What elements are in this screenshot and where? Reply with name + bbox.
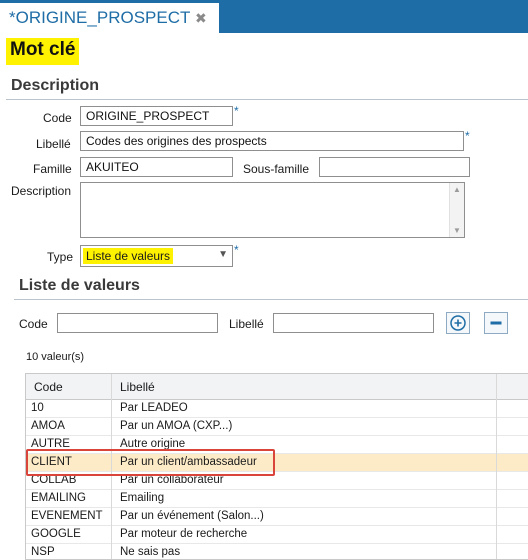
cell-libelle: Par LEADEO <box>120 402 188 414</box>
table-row[interactable]: 10 Par LEADEO <box>26 400 528 418</box>
tab-bar: *ORIGINE_PROSPECT ✖ <box>0 0 528 33</box>
table-row[interactable]: EVENEMENT Par un événement (Salon...) <box>26 508 528 526</box>
table-row[interactable]: AUTRE Autre origine <box>26 436 528 454</box>
values-section-title: Liste de valeurs <box>19 277 140 294</box>
description-section-title: Description <box>11 77 100 94</box>
required-mark: * <box>465 129 470 143</box>
famille-label: Famille <box>33 162 72 176</box>
table-row[interactable]: AMOA Par un AMOA (CXP...) <box>26 418 528 436</box>
grid-header: Code Libellé <box>26 374 528 400</box>
code-field[interactable]: ORIGINE_PROSPECT <box>80 106 233 126</box>
filter-code-label: Code <box>19 317 48 331</box>
scroll-down-icon[interactable]: ▼ <box>453 226 461 235</box>
cell-code: AMOA <box>31 420 65 432</box>
column-header-libelle[interactable]: Libellé <box>120 380 155 394</box>
cell-code: 10 <box>31 402 44 414</box>
values-count: 10 valeur(s) <box>26 351 85 363</box>
cell-libelle: Par un collaborateur <box>120 474 224 486</box>
tab-title: *ORIGINE_PROSPECT <box>9 8 191 27</box>
cell-libelle: Emailing <box>120 492 165 504</box>
code-label: Code <box>43 111 72 125</box>
cell-code: AUTRE <box>31 438 70 450</box>
tab-origine-prospect[interactable]: *ORIGINE_PROSPECT ✖ <box>0 0 219 33</box>
filter-libelle-label: Libellé <box>229 317 264 331</box>
required-mark: * <box>234 243 239 257</box>
column-divider <box>496 374 497 559</box>
cell-code: COLLAB <box>31 474 77 486</box>
add-circle-icon <box>450 315 466 331</box>
add-value-button[interactable] <box>446 312 470 334</box>
type-label: Type <box>47 250 74 264</box>
cell-code: EVENEMENT <box>31 510 103 522</box>
cell-code: NSP <box>31 546 55 558</box>
table-row[interactable]: COLLAB Par un collaborateur <box>26 472 528 490</box>
libelle-label: Libellé <box>36 137 71 151</box>
cell-libelle: Ne sais pas <box>120 546 181 558</box>
section-divider <box>6 99 528 100</box>
table-row[interactable]: NSP Ne sais pas <box>26 544 528 559</box>
chevron-down-icon[interactable]: ▼ <box>218 249 228 260</box>
cell-libelle: Par moteur de recherche <box>120 528 248 540</box>
filter-code-field[interactable] <box>57 313 218 333</box>
close-icon[interactable]: ✖ <box>195 10 207 27</box>
libelle-field[interactable]: Codes des origines des prospects <box>80 131 464 151</box>
cell-code: EMAILING <box>31 492 86 504</box>
column-header-code[interactable]: Code <box>34 380 63 394</box>
section-divider <box>14 299 528 300</box>
scroll-up-icon[interactable]: ▲ <box>453 185 461 194</box>
cell-libelle: Autre origine <box>120 438 186 450</box>
famille-field[interactable]: AKUITEO <box>80 157 233 177</box>
cell-libelle: Par un client/ambassadeur <box>120 456 257 468</box>
cell-libelle: Par un événement (Salon...) <box>120 510 264 522</box>
table-row[interactable]: EMAILING Emailing <box>26 490 528 508</box>
required-mark: * <box>234 104 239 118</box>
description-label: Description <box>11 184 72 198</box>
table-row[interactable]: CLIENT Par un client/ambassadeur <box>26 454 528 472</box>
textarea-scrollbar[interactable]: ▲ ▼ <box>449 183 464 237</box>
remove-value-button[interactable] <box>484 312 508 334</box>
cell-code: GOOGLE <box>31 528 81 540</box>
table-row[interactable]: GOOGLE Par moteur de recherche <box>26 526 528 544</box>
sous-famille-field[interactable] <box>319 157 470 177</box>
minus-icon <box>490 321 502 325</box>
values-grid: Code Libellé 10 Par LEADEO AMOA Par un AMOA… <box>25 373 528 560</box>
filter-libelle-field[interactable] <box>273 313 434 333</box>
type-select[interactable]: Liste de valeurs ▼ <box>80 245 233 267</box>
type-selected-value: Liste de valeurs <box>83 248 174 264</box>
cell-code: CLIENT <box>31 456 72 468</box>
sous-famille-label: Sous-famille <box>243 162 310 176</box>
page-title: Mot clé <box>6 38 80 65</box>
cell-libelle: Par un AMOA (CXP...) <box>120 420 233 432</box>
column-divider <box>111 374 112 559</box>
description-textarea[interactable]: ▲ ▼ <box>80 182 465 238</box>
